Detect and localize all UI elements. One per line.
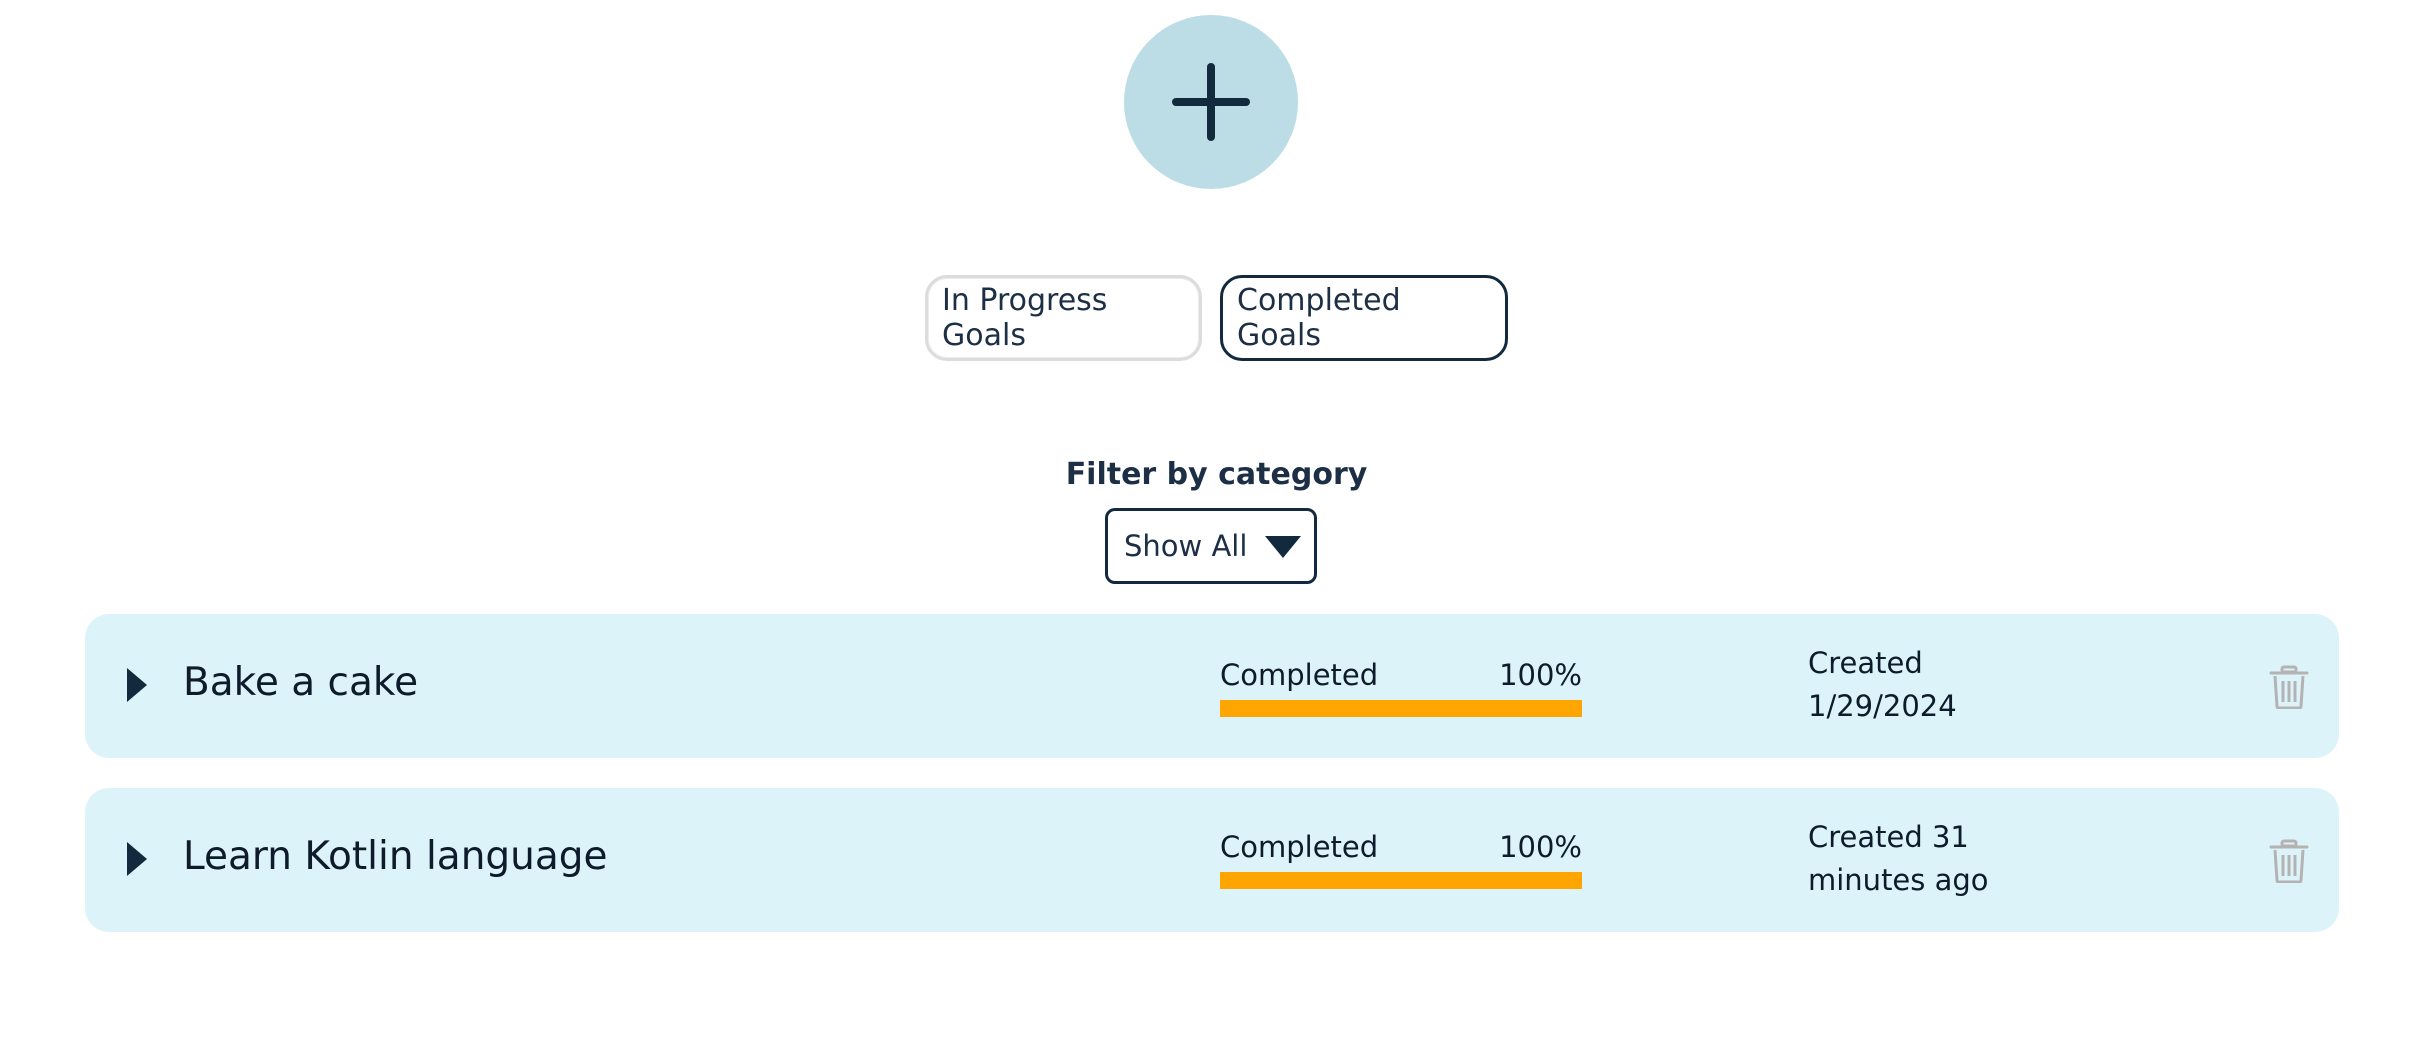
goal-created-text: Created 1/29/2024 xyxy=(1808,646,1957,723)
goal-card: Learn Kotlin language Completed 100% Cre… xyxy=(85,788,2339,932)
goal-status-text: Completed xyxy=(1220,658,1379,692)
category-filter-value: Show All xyxy=(1124,529,1248,563)
plus-icon xyxy=(1172,63,1250,141)
tab-in-progress-goals[interactable]: In Progress Goals xyxy=(925,275,1202,361)
goal-title: Bake a cake xyxy=(183,660,419,705)
goal-progress: Completed 100% xyxy=(1220,830,1582,889)
goal-card: Bake a cake Completed 100% Created 1/29/… xyxy=(85,614,2339,758)
goal-status-tabs: In Progress Goals Completed Goals xyxy=(0,275,2427,361)
goal-progress: Completed 100% xyxy=(1220,658,1582,717)
progress-bar xyxy=(1220,700,1582,717)
progress-bar-fill xyxy=(1220,872,1582,889)
caret-down-icon xyxy=(1265,536,1302,558)
tab-completed-goals[interactable]: Completed Goals xyxy=(1220,275,1508,361)
goal-title: Learn Kotlin language xyxy=(183,834,608,879)
category-filter-select[interactable]: Show All xyxy=(1105,508,1317,584)
goal-created-text: Created 31 minutes ago xyxy=(1808,820,1989,897)
goal-progress-percent: 100% xyxy=(1499,830,1582,864)
expand-triangle-icon[interactable] xyxy=(123,666,151,704)
trash-icon[interactable] xyxy=(2269,839,2309,884)
add-goal-button[interactable] xyxy=(1124,15,1298,189)
progress-bar-fill xyxy=(1220,700,1582,717)
trash-icon[interactable] xyxy=(2269,665,2309,710)
filter-label: Filter by category xyxy=(1065,457,1368,492)
goal-progress-percent: 100% xyxy=(1499,658,1582,692)
expand-triangle-icon[interactable] xyxy=(123,840,151,878)
progress-bar xyxy=(1220,872,1582,889)
goal-status-text: Completed xyxy=(1220,830,1379,864)
